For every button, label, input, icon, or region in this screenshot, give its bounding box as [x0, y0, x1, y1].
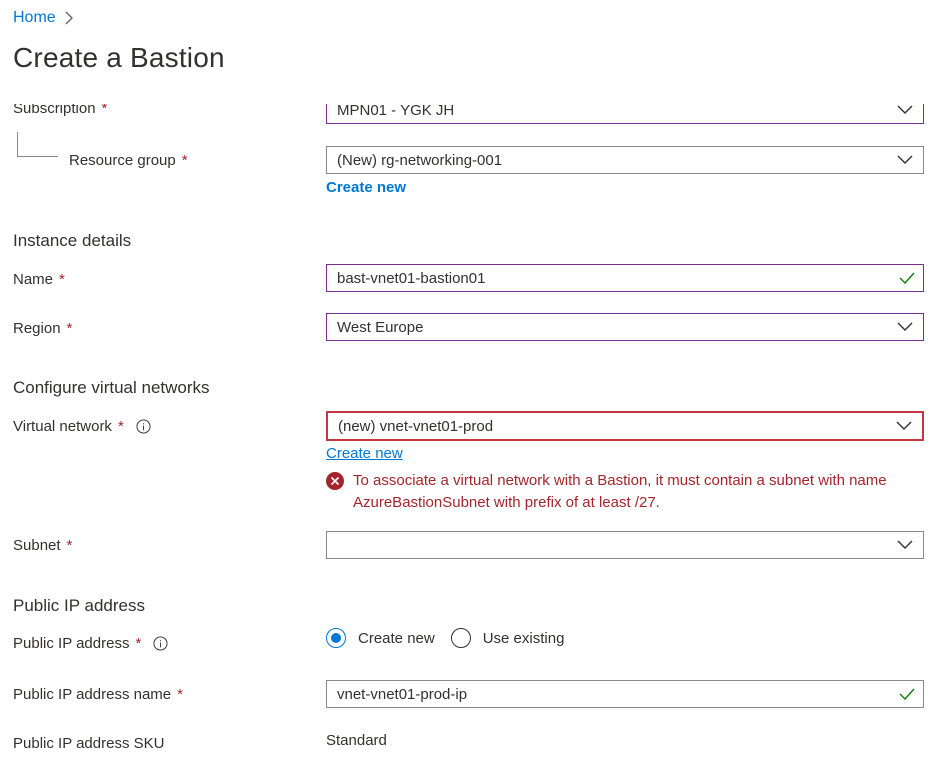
- radio-use-existing[interactable]: [450, 628, 471, 648]
- virtual-network-select[interactable]: (new) vnet-vnet01-prod: [326, 411, 924, 441]
- checkmark-icon: [899, 272, 915, 284]
- public-ip-sku-value: Standard: [326, 732, 387, 749]
- chevron-down-icon: [897, 540, 913, 549]
- configure-virtual-networks-heading: Configure virtual networks: [13, 378, 210, 397]
- resource-group-create-new-link[interactable]: Create new: [326, 179, 406, 196]
- error-icon: [326, 472, 344, 490]
- public-ip-radio-group: Create new Use existing: [326, 628, 564, 648]
- breadcrumb-home-link[interactable]: Home: [13, 9, 56, 27]
- page-title: Create a Bastion: [13, 42, 225, 73]
- info-icon[interactable]: [136, 419, 151, 434]
- public-ip-label: Public IP address *: [13, 635, 168, 652]
- radio-create-new[interactable]: [326, 628, 346, 648]
- resource-group-select[interactable]: (New) rg-networking-001: [326, 146, 924, 174]
- radio-create-new-label[interactable]: Create new: [358, 630, 435, 647]
- virtual-network-error-message: To associate a virtual network with a Ba…: [326, 470, 916, 514]
- name-label: Name *: [13, 271, 65, 288]
- subscription-select[interactable]: MPN01 - YGK JH: [326, 104, 924, 124]
- public-ip-name-input[interactable]: vnet-vnet01-prod-ip: [326, 680, 924, 708]
- resource-group-label: Resource group *: [69, 152, 188, 169]
- tree-connector-horizontal: [17, 156, 58, 157]
- public-ip-name-label: Public IP address name *: [13, 686, 183, 703]
- chevron-down-icon: [897, 155, 913, 164]
- chevron-down-icon: [896, 421, 912, 430]
- subnet-select[interactable]: [326, 531, 924, 559]
- chevron-down-icon: [897, 105, 913, 114]
- virtual-network-create-new-link[interactable]: Create new: [326, 445, 403, 462]
- name-input[interactable]: bast-vnet01-bastion01: [326, 264, 924, 292]
- chevron-down-icon: [897, 322, 913, 331]
- chevron-right-icon: [65, 11, 73, 25]
- info-icon[interactable]: [153, 636, 168, 651]
- subnet-label: Subnet *: [13, 537, 73, 554]
- instance-details-heading: Instance details: [13, 231, 132, 250]
- checkmark-icon: [899, 688, 915, 700]
- form-scroll-area[interactable]: Subscription * MPN01 - YGK JH Resource gr…: [0, 104, 944, 760]
- public-ip-heading: Public IP address: [13, 596, 145, 615]
- public-ip-sku-label: Public IP address SKU: [13, 735, 165, 752]
- radio-use-existing-label[interactable]: Use existing: [483, 630, 565, 647]
- region-label: Region *: [13, 320, 73, 337]
- tree-connector-vertical: [17, 132, 18, 156]
- virtual-network-label: Virtual network *: [13, 418, 151, 435]
- subscription-label: Subscription *: [13, 104, 108, 117]
- region-select[interactable]: West Europe: [326, 313, 924, 341]
- breadcrumb: Home: [13, 9, 73, 27]
